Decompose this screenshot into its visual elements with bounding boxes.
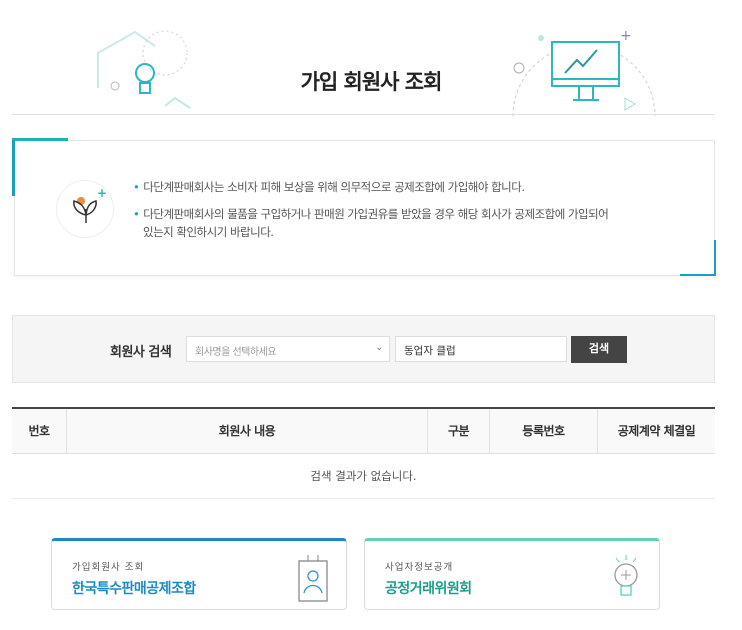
chevron-down-icon: ⌄ xyxy=(375,342,383,353)
col-contract-date: 공제계약 체결일 xyxy=(617,424,696,438)
header-divider xyxy=(12,114,715,115)
col-member-content: 회원사 내용 xyxy=(67,409,428,453)
notice-item: 다단계판매회사의 물품을 구입하거나 판매원 가입권유를 받았을 경우 해당 회… xyxy=(133,205,609,223)
company-search-input[interactable]: 동업자 클럽 xyxy=(395,336,567,362)
empty-result-message: 검색 결과가 없습니다. xyxy=(12,454,715,499)
search-label: 회원사 검색 xyxy=(110,345,172,360)
card-ftc[interactable]: 사업자정보공개 공정거래위원회 xyxy=(364,538,660,610)
col-registration-number: 등록번호 xyxy=(490,409,598,453)
card-title: 한국특수판매공제조합 xyxy=(72,581,196,597)
card-kssoa[interactable]: 가입회원사 조회 한국특수판매공제조합 xyxy=(51,538,347,610)
notice-item: 다단계판매회사는 소비자 피해 보상을 위해 의무적으로 공제조합에 가입해야 … xyxy=(133,178,525,196)
select-placeholder: 회사명을 선택하세요 xyxy=(195,347,276,358)
card-subtitle: 사업자정보공개 xyxy=(385,562,454,573)
col-number: 번호 xyxy=(12,409,67,453)
svg-text:+: + xyxy=(620,28,632,44)
notice-item-continued: 있는지 확인하시기 바랍니다. xyxy=(143,225,274,239)
svg-text:+: + xyxy=(97,186,107,200)
monitor-chart-illustration-icon: + xyxy=(512,28,656,116)
card-subtitle: 가입회원사 조회 xyxy=(72,562,145,573)
id-badge-icon xyxy=(298,555,328,602)
corner-accent xyxy=(680,240,716,276)
company-select[interactable]: 회사명을 선택하세요 ⌄ xyxy=(186,336,390,362)
search-button[interactable]: 검색 xyxy=(571,336,627,363)
table-header: 번호 회원사 내용 구분 등록번호 공제계약 체결일 xyxy=(12,407,715,454)
card-title: 공정거래위원회 xyxy=(385,581,472,597)
lightbulb-plus-icon xyxy=(614,555,638,596)
sprout-icon: + xyxy=(56,180,114,238)
col-category: 구분 xyxy=(428,409,490,453)
